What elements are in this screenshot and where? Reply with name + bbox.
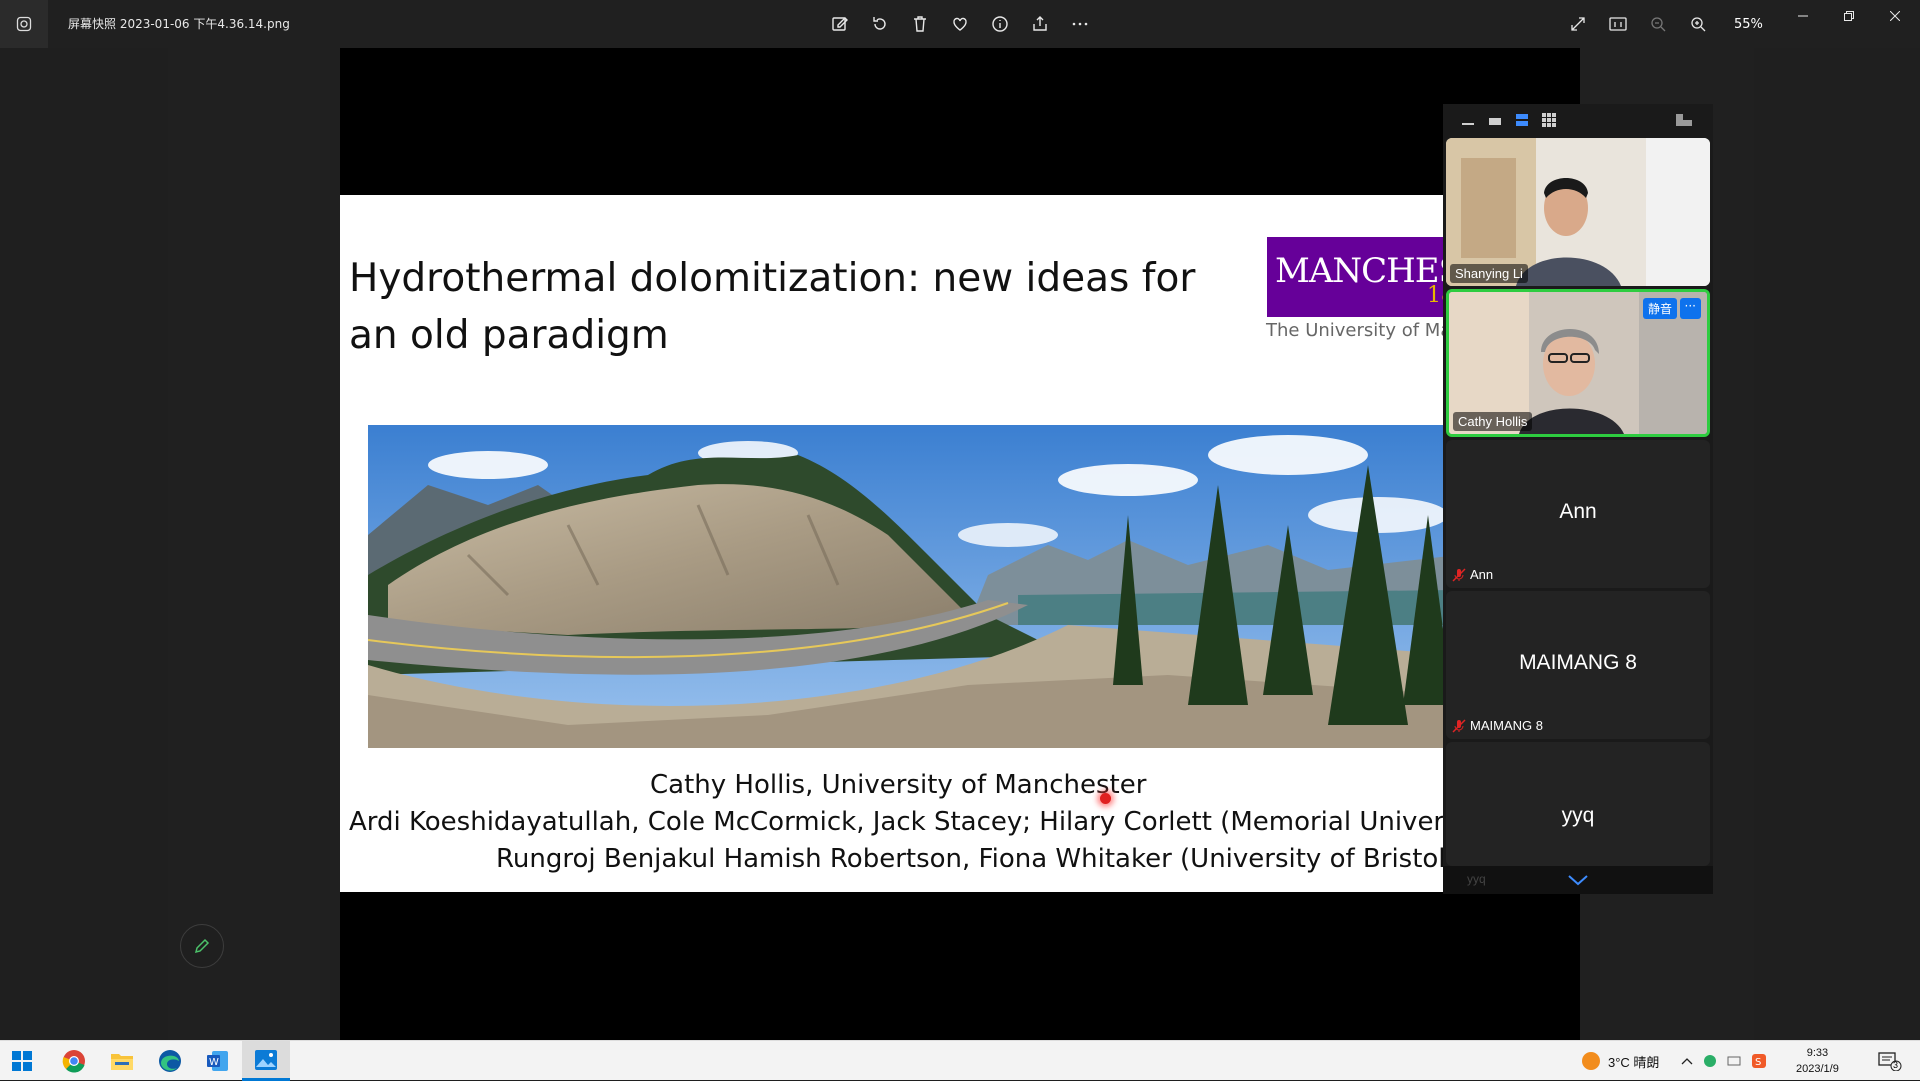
- edit-image-icon[interactable]: [824, 8, 856, 40]
- participant-tile[interactable]: yyq: [1446, 742, 1710, 866]
- participant-tile-active-speaker[interactable]: 静音 ··· Cathy Hollis: [1446, 289, 1710, 437]
- notification-count: 3: [1893, 1060, 1899, 1070]
- participant-tile[interactable]: Shanying Li: [1446, 138, 1710, 286]
- next-participant-label: yyq: [1467, 872, 1486, 886]
- participant-name: Cathy Hollis: [1453, 412, 1533, 431]
- gallery-bottom-bar: yyq: [1443, 866, 1713, 894]
- zoom-out-icon[interactable]: [1642, 8, 1674, 40]
- participant-display-name: MAIMANG 8: [1519, 651, 1637, 674]
- logo-text: MANCHES: [1275, 251, 1443, 291]
- thumbnail-view-icon[interactable]: [1488, 112, 1502, 131]
- chevron-down-icon[interactable]: [1567, 874, 1589, 886]
- svg-text:S: S: [1755, 1057, 1761, 1068]
- taskbar: W 3°C 晴朗 S 9:33 2023/1/9 3: [0, 1040, 1920, 1081]
- more-options-button[interactable]: ···: [1679, 298, 1701, 319]
- file-explorer-icon[interactable]: [98, 1041, 146, 1081]
- clock[interactable]: 9:33 2023/1/9: [1796, 1045, 1839, 1077]
- rotate-icon[interactable]: [864, 8, 896, 40]
- slide-title: Hydrothermal dolomitization: new ideas f…: [349, 250, 1209, 364]
- participant-display-name: Ann: [1559, 500, 1597, 523]
- input-method-icon[interactable]: [1727, 1054, 1741, 1068]
- edge-icon[interactable]: [146, 1041, 194, 1081]
- word-icon[interactable]: W: [194, 1041, 242, 1081]
- photos-icon[interactable]: [242, 1041, 290, 1081]
- close-icon[interactable]: [1872, 0, 1918, 32]
- participant-name: Ann: [1470, 567, 1494, 582]
- window-controls: [1780, 0, 1918, 32]
- fullscreen-icon[interactable]: [1562, 8, 1594, 40]
- edit-button[interactable]: [180, 924, 224, 968]
- slide-title-line2: an old paradigm: [349, 313, 669, 358]
- system-tray: 3°C 晴朗 S: [1580, 1041, 1767, 1081]
- mute-button[interactable]: 静音: [1642, 298, 1677, 319]
- pop-out-icon[interactable]: [1675, 112, 1693, 131]
- grid-view-icon[interactable]: [1542, 112, 1556, 131]
- view-controls: 55%: [1562, 8, 1774, 40]
- favorite-icon[interactable]: [944, 8, 976, 40]
- file-title: 屏幕快照 2023-01-06 下午4.36.14.png: [68, 17, 290, 31]
- weather-text[interactable]: 3°C 晴朗: [1608, 1052, 1659, 1071]
- info-icon[interactable]: [984, 8, 1016, 40]
- landscape-photo: [368, 425, 1443, 748]
- participant-gallery: Shanying Li 静音 ··· Cathy Hollis Ann Ann …: [1443, 104, 1713, 894]
- minimize-icon[interactable]: [1780, 0, 1826, 32]
- participant-name: Shanying Li: [1450, 264, 1528, 283]
- notification-center-icon[interactable]: 3: [1878, 1051, 1902, 1075]
- clock-time: 9:33: [1806, 1047, 1829, 1059]
- strip-view-icon[interactable]: [1515, 112, 1529, 131]
- credit-line3: Rungroj Benjakul Hamish Robertson, Fiona…: [496, 844, 1443, 874]
- minimize-view-icon[interactable]: [1461, 112, 1475, 131]
- participant-display-name: yyq: [1561, 804, 1595, 827]
- laser-pointer: [1100, 793, 1111, 804]
- actual-size-icon[interactable]: [1602, 8, 1634, 40]
- participant-name: MAIMANG 8: [1470, 718, 1543, 733]
- delete-icon[interactable]: [904, 8, 936, 40]
- logo-subtitle: The University of Ma: [1266, 320, 1443, 341]
- more-icon[interactable]: [1064, 8, 1096, 40]
- clock-date: 2023/1/9: [1796, 1063, 1839, 1075]
- zoom-in-icon[interactable]: [1682, 8, 1714, 40]
- chevron-up-icon[interactable]: [1681, 1057, 1693, 1065]
- share-icon[interactable]: [1024, 8, 1056, 40]
- mic-muted-icon: [1452, 568, 1466, 582]
- sogou-icon[interactable]: S: [1751, 1053, 1767, 1069]
- restore-icon[interactable]: [1826, 0, 1872, 32]
- zoom-level[interactable]: 55%: [1734, 17, 1774, 32]
- wechat-icon[interactable]: [1703, 1054, 1717, 1068]
- logo-year: 182: [1427, 283, 1443, 308]
- gallery-toolbar: [1443, 104, 1713, 136]
- presentation-slide: Hydrothermal dolomitization: new ideas f…: [340, 195, 1443, 892]
- university-logo: MANCHES 182: [1267, 237, 1443, 317]
- svg-text:W: W: [209, 1057, 219, 1068]
- credit-line1: Cathy Hollis, University of Manchester: [650, 770, 1147, 800]
- image-toolbar: [824, 8, 1096, 40]
- credit-line2: Ardi Koeshidayatullah, Cole McCormick, J…: [349, 807, 1443, 837]
- chrome-icon[interactable]: [50, 1041, 98, 1081]
- photos-app-icon[interactable]: [0, 0, 48, 48]
- weather-sun-icon[interactable]: [1580, 1050, 1602, 1072]
- pencil-icon: [194, 938, 210, 954]
- windows-start-icon[interactable]: [12, 1051, 32, 1075]
- slide-title-line1: Hydrothermal dolomitization: new ideas f…: [349, 256, 1196, 301]
- title-bar: 屏幕快照 2023-01-06 下午4.36.14.png 55%: [0, 0, 1920, 48]
- participant-tile[interactable]: Ann Ann: [1446, 440, 1710, 588]
- mic-muted-icon: [1452, 719, 1466, 733]
- participant-tile[interactable]: MAIMANG 8 MAIMANG 8: [1446, 591, 1710, 739]
